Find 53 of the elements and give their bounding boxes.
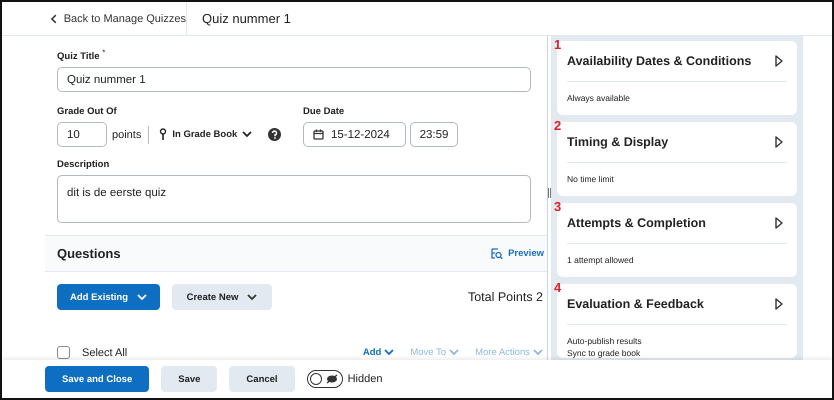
help-icon[interactable] (268, 128, 282, 142)
expand-triangle-icon[interactable] (775, 217, 783, 229)
card-summary: No time limit (567, 173, 615, 185)
checkbox[interactable] (57, 346, 70, 360)
card-summary: Always available (567, 92, 631, 104)
cancel-button[interactable]: Cancel (229, 366, 295, 392)
grade-field[interactable]: 10 (57, 122, 107, 148)
field-label: Grade Out Of (57, 106, 118, 118)
expand-triangle-icon[interactable] (775, 136, 783, 148)
expand-triangle-icon[interactable] (775, 298, 783, 310)
visibility-label: Hidden (348, 373, 382, 385)
description-field[interactable]: dit is de eerste quiz (57, 175, 531, 224)
calendar-icon (313, 129, 324, 140)
card-title: Evaluation & Feedback (567, 297, 704, 311)
hidden-eye-icon (326, 374, 338, 384)
field-label: Quiz Title $^{*}$ (57, 48, 106, 62)
card-summary: Sync to grade book (567, 347, 642, 359)
create-new-button[interactable]: Create New (172, 284, 272, 310)
page-title: Quiz nummer 1 (201, 11, 291, 26)
save-and-close-button[interactable]: Save and Close (45, 366, 150, 392)
chevron-down-icon (449, 349, 460, 356)
field-label: Description (57, 159, 110, 170)
settings-card[interactable]: 2 Timing & Display No time limit (557, 122, 797, 196)
select-all-label: Select All (82, 346, 128, 359)
action-menu[interactable]: Add (362, 347, 394, 358)
settings-card[interactable]: 1 Availability Dates & Conditions Always available (557, 41, 797, 115)
chevron-down-icon (384, 349, 394, 356)
section-title: Questions (57, 246, 121, 262)
unit-label: points (112, 128, 142, 141)
preview-link[interactable]: Preview (491, 248, 544, 260)
card-summary: 1 attempt allowed (567, 254, 635, 266)
preview-icon (491, 248, 504, 260)
card-summary: Auto-publish results (567, 335, 643, 347)
visibility-toggle[interactable] (306, 370, 343, 388)
chevron-down-icon (137, 294, 148, 301)
save-button[interactable]: Save (161, 366, 218, 392)
time-field[interactable]: 23:59 (410, 122, 458, 148)
card-title: Availability Dates & Conditions (567, 54, 752, 68)
card-title: Timing & Display (567, 135, 668, 149)
expand-triangle-icon[interactable] (775, 55, 783, 67)
add-existing-button[interactable]: Add Existing (57, 284, 160, 310)
grade-book-dropdown[interactable]: In Grade Book (159, 128, 252, 142)
total-points: Total Points 2 (468, 290, 543, 304)
chevron-down-icon (242, 131, 252, 138)
field-label: Due Date (303, 106, 346, 118)
chevron-down-icon (247, 294, 258, 301)
pin-icon (159, 128, 168, 142)
chevron-down-icon (533, 349, 543, 356)
title-field[interactable]: Quiz nummer 1 (57, 67, 531, 92)
back-link[interactable]: Back to Manage Quizzes (2, 2, 187, 35)
chevron-left-icon (50, 14, 58, 24)
date-field[interactable]: 15-12-2024 (303, 122, 406, 148)
card-title: Attempts & Completion (567, 216, 706, 230)
